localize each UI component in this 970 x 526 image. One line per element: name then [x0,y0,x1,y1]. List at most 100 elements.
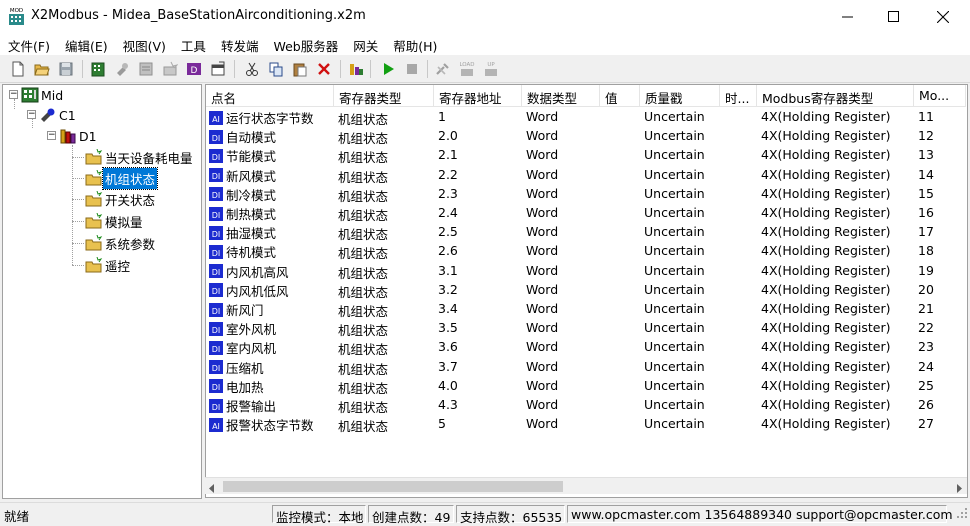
status-bar: 就绪 监控模式：本地 创建点数：49 支持点数：65535 www.opcmas… [0,502,970,525]
cell-data-type: Word [526,128,559,144]
column-header-value[interactable]: 值 [600,85,640,107]
save-icon[interactable] [56,59,76,79]
scroll-left-icon[interactable] [208,482,216,496]
column-header-data-type[interactable]: 数据类型 [522,85,600,107]
monitor-icon[interactable] [346,59,366,79]
tree-node-group[interactable]: 当天设备耗电量 [85,148,195,166]
resize-grip-icon[interactable] [956,507,968,522]
cell-modbus-address: 23 [918,339,934,355]
tree-node-group[interactable]: 系统参数 [85,234,157,252]
column-header-modbus-type[interactable]: Modbus寄存器类型 [757,85,914,107]
table-row[interactable]: DI 待机模式 机组状态 2.6 Word Uncertain 4X(Holding Reg… [206,241,966,260]
horizontal-scrollbar[interactable] [205,477,967,494]
stop-icon[interactable] [402,59,422,79]
folder-icon [85,257,103,273]
column-header-time[interactable]: 时... [720,85,757,107]
tree-node-group-selected[interactable]: 机组状态 [85,166,159,190]
add-channel-icon[interactable] [88,59,108,79]
cell-name: AI 报警状态字节数 [206,414,334,433]
table-row[interactable]: DI 制冷模式 机组状态 2.3 Word Uncertain 4X(Holding Reg… [206,184,966,203]
menu-file[interactable]: 文件(F) [0,33,57,55]
maximize-button[interactable] [870,0,916,33]
tools-icon[interactable] [433,59,453,79]
table-row[interactable]: DI 压缩机 机组状态 3.7 Word Uncertain 4X(Holding Regi… [206,357,966,376]
cell-name: DI 内风机低风 [206,280,334,299]
delete-icon[interactable] [314,59,334,79]
cell-quality: Uncertain [644,224,705,240]
close-button[interactable] [920,0,966,33]
cell-quality: Uncertain [644,397,705,412]
tag-type-label: DI [212,364,221,373]
properties-icon[interactable] [208,59,228,79]
tree-collapse-toggle[interactable]: − [9,90,18,99]
tree-node-group[interactable]: 模拟量 [85,212,145,230]
menu-web-server[interactable]: Web服务器 [265,33,345,55]
scroll-thumb[interactable] [223,481,563,492]
add-tag-icon[interactable] [160,59,180,79]
tree-collapse-toggle[interactable]: − [47,131,56,140]
tag-list[interactable]: 点名 寄存器类型 寄存器地址 数据类型 值 质量戳 时... Modbus寄存器… [205,84,968,498]
menu-view[interactable]: 视图(V) [115,33,173,55]
menu-help[interactable]: 帮助(H) [385,33,444,55]
run-icon[interactable] [378,59,398,79]
cell-quality: Uncertain [644,166,705,182]
cell-quality: Uncertain [644,358,705,374]
menu-tools[interactable]: 工具 [173,33,213,55]
tree-collapse-toggle[interactable]: − [27,110,36,119]
tree-node-channel[interactable]: C1 [39,106,78,124]
load-icon[interactable]: LOAD [457,59,477,79]
digital-input-icon: DI [209,168,223,183]
paste-icon[interactable] [290,59,310,79]
table-row[interactable]: DI 室外风机 机组状态 3.5 Word Uncertain 4X(Holding Reg… [206,318,966,337]
table-row[interactable]: DI 制热模式 机组状态 2.4 Word Uncertain 4X(Holding Reg… [206,203,966,222]
tree-node-group[interactable]: 开关状态 [85,190,157,208]
cell-value [600,184,640,203]
add-tag-dt-icon[interactable]: D [184,59,204,79]
table-row[interactable]: DI 自动模式 机组状态 2.0 Word Uncertain 4X(Holding Reg… [206,126,966,145]
new-file-icon[interactable] [8,59,28,79]
copy-icon[interactable] [266,59,286,79]
tree-node-root[interactable]: Mid [21,86,65,104]
up-icon-text: UP [487,62,495,68]
column-header-register-type[interactable]: 寄存器类型 [334,85,434,107]
column-header-quality[interactable]: 质量戳 [640,85,720,107]
table-row[interactable]: DI 室内风机 机组状态 3.6 Word Uncertain 4X(Holding Reg… [206,337,966,356]
menu-gateway[interactable]: 网关 [345,33,385,55]
menu-forwarder[interactable]: 转发端 [213,33,266,55]
table-row[interactable]: AI 运行状态字节数 机组状态 1 Word Uncertain 4X(Holding Re… [206,107,966,126]
up-icon[interactable]: UP [481,59,501,79]
column-header-register-address[interactable]: 寄存器地址 [434,85,522,107]
table-row[interactable]: DI 内风机高风 机组状态 3.1 Word Uncertain 4X(Holding Re… [206,261,966,280]
cut-icon[interactable] [242,59,262,79]
cell-register-type: 机组状态 [338,342,389,357]
table-row[interactable]: AI 报警状态字节数 机组状态 5 Word Uncertain 4X(Holding Re… [206,414,966,433]
table-row[interactable]: DI 电加热 机组状态 4.0 Word Uncertain 4X(Holding Regi… [206,376,966,395]
column-header-modbus-address[interactable]: Mo... [914,85,966,107]
cell-modbus-type: 4X(Holding Register) [761,358,891,374]
menu-edit[interactable]: 编辑(E) [57,33,115,55]
cell-time [720,203,757,222]
tag-name: 新风门 [226,303,264,318]
tree-node-device[interactable]: D1 [59,127,99,145]
open-folder-icon[interactable] [32,59,52,79]
tree-node-group[interactable]: 遥控 [85,256,132,274]
add-device-icon[interactable] [112,59,132,79]
minimize-button[interactable] [824,0,870,33]
device-tree[interactable]: − Mid − C1 − D1 当天设备耗电量 机组状态 开关状态 模拟量 系统… [2,84,202,499]
table-row[interactable]: DI 节能模式 机组状态 2.1 Word Uncertain 4X(Holding Reg… [206,145,966,164]
table-row[interactable]: DI 内风机低风 机组状态 3.2 Word Uncertain 4X(Holding Re… [206,280,966,299]
table-row[interactable]: DI 报警输出 机组状态 4.3 Word Uncertain 4X(Holding Reg… [206,395,966,414]
cell-time [720,376,757,395]
cell-register-type: 机组状态 [338,169,389,184]
scroll-right-icon[interactable] [955,482,963,496]
digital-input-icon: DI [209,302,223,317]
cell-modbus-type: 4X(Holding Register) [761,128,891,144]
tag-type-label: DI [212,153,221,162]
table-row[interactable]: DI 抽湿模式 机组状态 2.5 Word Uncertain 4X(Holding Reg… [206,222,966,241]
cell-modbus-type: 4X(Holding Register) [761,397,891,412]
column-header-name[interactable]: 点名 [206,85,334,107]
toolbar-separator [234,60,235,78]
add-group-icon[interactable] [136,59,156,79]
table-row[interactable]: DI 新风门 机组状态 3.4 Word Uncertain 4X(Holding Regi… [206,299,966,318]
table-row[interactable]: DI 新风模式 机组状态 2.2 Word Uncertain 4X(Holding Reg… [206,165,966,184]
